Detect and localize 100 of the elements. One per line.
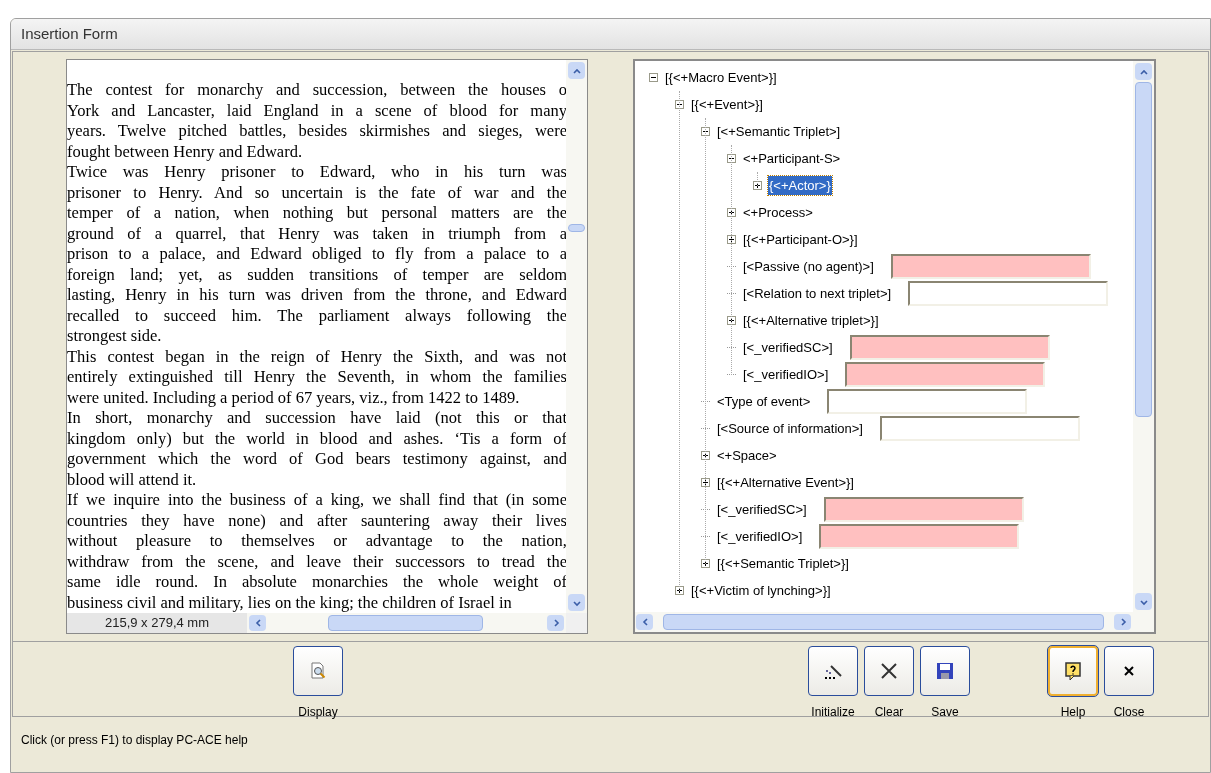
page-size-label: 215,9 x 279,4 mm [67, 613, 247, 633]
text-line: countries they have none) and after sauntering away their lives [67, 510, 567, 531]
text-line: prisoner to Henry. And so uncertain is the fate of war and the [67, 182, 567, 203]
scroll-left-icon[interactable] [249, 615, 266, 631]
button-label: Initialize [811, 704, 855, 721]
clear-button[interactable] [864, 646, 914, 696]
text-line: entirely extinguished till Henry the Seventh, in whom the families [67, 367, 567, 388]
scroll-thumb[interactable] [663, 614, 1104, 630]
text-line: withdraw from the scene, and leave their successors to tread the [67, 551, 567, 572]
tree-item[interactable]: [{<+Victim of lynching>}] [690, 580, 832, 601]
text-line: lasting, Henry in his turn was driven from the throne, and Edward [67, 285, 567, 306]
tree-item[interactable]: [<_verifiedSC>] [742, 337, 834, 358]
collapse-icon[interactable] [701, 127, 710, 136]
tree-item[interactable]: [<Source of information>] [716, 418, 864, 439]
collapse-icon[interactable] [649, 73, 658, 82]
text-line: fought between Henry and Edward. [67, 141, 303, 162]
tree-item[interactable]: [<Passive (no agent)>] [742, 256, 875, 277]
tree-item[interactable]: [{<+Alternative triplet>}] [742, 310, 880, 331]
scroll-thumb[interactable] [1135, 82, 1152, 417]
horizontal-scrollbar[interactable] [635, 612, 1154, 632]
text-line: The contest for monarchy and succession, between the houses o [67, 80, 567, 101]
expand-icon[interactable] [701, 451, 710, 460]
scroll-up-icon[interactable] [1135, 63, 1152, 80]
magnifier-page-icon [309, 662, 327, 680]
display-button[interactable] [293, 646, 343, 696]
input-field[interactable] [880, 416, 1080, 441]
tree-item[interactable]: [<+Semantic Triplet>] [716, 121, 842, 142]
text-line: government which the word of God bears testimony against, and [67, 449, 567, 470]
tree-item[interactable]: [{<+Event>}] [690, 94, 764, 115]
text-line: without pleasure to themselves or advantage to the nation, [67, 531, 567, 552]
input-field[interactable] [845, 362, 1046, 387]
text-line: In short, monarchy and succession have laid (not this or that [67, 408, 567, 429]
horizontal-scrollbar[interactable] [247, 613, 566, 633]
collapse-icon[interactable] [727, 154, 736, 163]
scroll-left-icon[interactable] [636, 614, 653, 630]
scroll-thumb[interactable] [328, 615, 483, 631]
text-line: were united. Including a period of 67 years, viz., from 1422 to 1489. [67, 387, 520, 408]
text-line: ground of a quarrel, that Henry was taken in triumph from a [67, 223, 567, 244]
tree-item[interactable]: [{<+Participant-O>}] [742, 229, 859, 250]
tree-item[interactable]: [{<+Alternative Event>}] [716, 472, 855, 493]
initialize-button[interactable] [808, 646, 858, 696]
tree-item[interactable]: [{<+Semantic Triplet>}] [716, 553, 850, 574]
text-line: York and Lancaster, laid England in a scene of blood for many [67, 100, 567, 121]
expand-icon[interactable] [701, 559, 710, 568]
vertical-scrollbar[interactable] [1133, 61, 1154, 612]
text-line: foreign land; yet, as sudden transitions of temper are seldom [67, 264, 567, 285]
text-line: blood will attend it. [67, 469, 197, 490]
button-label: Save [931, 704, 959, 721]
text-line: kingdom only) but the world in blood and ashes. ‘Tis a form of [67, 428, 567, 449]
text-line: temper of a nation, when nothing but personal matters are the [67, 203, 567, 224]
text-line: recalled to succeed him. The parliament always following the [67, 305, 567, 326]
tree-item[interactable]: [{<+Macro Event>}] [664, 67, 778, 88]
input-field[interactable] [908, 281, 1109, 306]
button-label: Help [1060, 704, 1086, 721]
save-button[interactable] [920, 646, 970, 696]
text-line: prison to a palace, and Edward obliged to fly from a palace to a [67, 244, 567, 265]
expand-icon[interactable] [675, 586, 684, 595]
collapse-icon[interactable] [675, 100, 684, 109]
expand-icon[interactable] [753, 181, 762, 190]
window-title: Insertion Form [21, 23, 118, 44]
tree-item[interactable]: [<Relation to next triplet>] [742, 283, 893, 304]
input-field[interactable] [849, 335, 1050, 360]
close-button[interactable] [1104, 646, 1154, 696]
text-line: years. Twelve pitched battles, besides skirmishes and sieges, were [67, 121, 567, 142]
input-field[interactable] [823, 497, 1024, 522]
tree-item[interactable]: [<_verifiedIO>] [742, 364, 830, 385]
button-label: Clear [874, 704, 904, 721]
help-icon [1063, 661, 1083, 681]
scroll-thumb[interactable] [568, 224, 585, 232]
scroll-down-icon[interactable] [568, 594, 585, 611]
scroll-right-icon[interactable] [1114, 614, 1131, 630]
expand-icon[interactable] [727, 208, 736, 217]
tree-item[interactable]: <Type of event> [716, 391, 812, 412]
button-label: Display [298, 704, 338, 721]
tree-item[interactable]: [<_verifiedSC>] [716, 499, 808, 520]
text-line: If we inquire into the business of a king, we shall find that (in some [67, 490, 567, 511]
text-line: same idle round. In absolute monarchies the whole weight of [67, 572, 567, 593]
help-button[interactable] [1048, 646, 1098, 696]
text-line: strongest side. [67, 326, 162, 347]
status-text: Click (or press F1) to display PC-ACE help [21, 733, 248, 747]
close-icon [1123, 665, 1135, 677]
tree-item[interactable]: <+Participant-S> [742, 148, 842, 169]
vertical-scrollbar[interactable] [566, 60, 587, 613]
text-line: This contest began in the reign of Henry the Sixth, and was not [67, 346, 567, 367]
tree-item[interactable]: {<+Actor>} [768, 175, 832, 196]
text-line: Twice was Henry prisoner to Edward, who in his turn was [67, 162, 567, 183]
expand-icon[interactable] [701, 478, 710, 487]
scroll-right-icon[interactable] [547, 615, 564, 631]
input-field[interactable] [827, 389, 1028, 414]
text-line: business civil and military, lies on the king; the children of Israel in [67, 592, 512, 613]
expand-icon[interactable] [727, 316, 736, 325]
expand-icon[interactable] [727, 235, 736, 244]
input-field[interactable] [819, 524, 1020, 549]
scroll-up-icon[interactable] [568, 62, 585, 79]
scroll-down-icon[interactable] [1135, 593, 1152, 610]
close-icon [879, 661, 899, 681]
tree-item[interactable]: <+Process> [742, 202, 814, 223]
tree-item[interactable]: [<_verifiedIO>] [716, 526, 804, 547]
tree-item[interactable]: <+Space> [716, 445, 778, 466]
input-field[interactable] [890, 254, 1091, 279]
